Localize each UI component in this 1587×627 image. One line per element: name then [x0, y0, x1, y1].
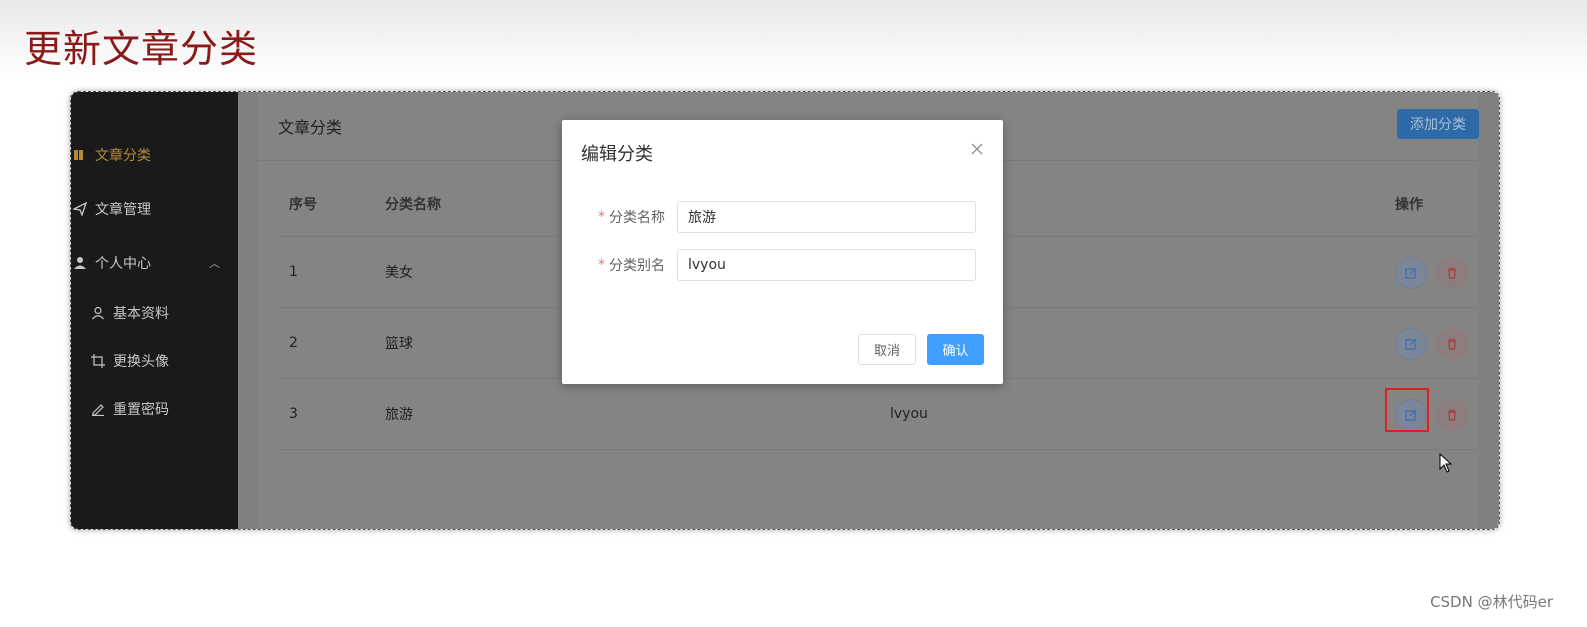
user-icon: [71, 254, 89, 272]
trash-icon: [1448, 338, 1456, 350]
sidebar-item-label: 文章分类: [95, 148, 151, 164]
edit-button[interactable]: [1395, 328, 1427, 360]
pen-icon: [89, 400, 107, 418]
sidebar-subitem-profile[interactable]: 基本资料: [89, 293, 238, 333]
form-row-alias: * 分类别名: [562, 249, 1003, 281]
sidebar-item-label: 重置密码: [113, 402, 169, 418]
header-ops: 操作: [1395, 197, 1423, 213]
watermark: CSDN @林代码er: [1430, 593, 1553, 611]
card-title: 文章分类: [278, 118, 343, 137]
row-name: 美女: [385, 265, 413, 281]
crop-icon: [89, 352, 107, 370]
field-label: * 分类别名: [598, 249, 665, 281]
sidebar-subitem-avatar[interactable]: 更换头像: [89, 341, 238, 381]
edit-icon: [1405, 267, 1417, 279]
field-label-text: 分类别名: [609, 258, 665, 274]
row-idx: 3: [289, 406, 298, 422]
sidebar-item-personal-center[interactable]: 个人中心 ︿: [71, 243, 238, 283]
slide-title: 更新文章分类: [24, 27, 259, 71]
row-idx: 1: [289, 264, 298, 280]
sidebar: 文章分类 文章管理 个人中心 ︿ 基本资料 更换头像 重置密码: [71, 92, 238, 529]
field-label: * 分类名称: [598, 201, 665, 233]
row-alias: lvyou: [890, 406, 928, 422]
form-row-name: * 分类名称: [562, 201, 1003, 233]
close-icon[interactable]: [970, 141, 984, 155]
header-name: 分类名称: [385, 197, 441, 213]
field-label-text: 分类名称: [609, 210, 665, 226]
sidebar-item-label: 基本资料: [113, 306, 169, 322]
trash-icon: [1448, 409, 1456, 421]
header-idx: 序号: [289, 197, 317, 213]
row-name: 篮球: [385, 336, 413, 352]
sidebar-item-label: 文章管理: [95, 202, 151, 218]
delete-button[interactable]: [1436, 328, 1468, 360]
delete-button[interactable]: [1436, 257, 1468, 289]
sidebar-item-article-category[interactable]: 文章分类: [71, 135, 238, 175]
cancel-button[interactable]: 取消: [858, 334, 916, 365]
mouse-cursor-icon: [1439, 452, 1453, 477]
add-category-button[interactable]: 添加分类: [1397, 109, 1479, 139]
row-idx: 2: [289, 335, 298, 351]
confirm-button[interactable]: 确认: [927, 334, 984, 365]
row-name: 旅游: [385, 407, 413, 423]
required-mark: *: [598, 209, 605, 225]
highlight-annotation: [1385, 388, 1429, 432]
sidebar-item-label: 更换头像: [113, 354, 169, 370]
sidebar-item-article-manage[interactable]: 文章管理: [71, 189, 238, 229]
user-outline-icon: [89, 304, 107, 322]
trash-icon: [1448, 267, 1456, 279]
edit-category-dialog: 编辑分类 *分类名称 *分类别名 取消 确认: [562, 120, 1003, 384]
edit-button[interactable]: [1395, 257, 1427, 289]
edit-icon: [1405, 338, 1417, 350]
sidebar-subitem-password[interactable]: 重置密码: [89, 389, 238, 429]
bookmark-icon: [71, 146, 89, 164]
delete-button[interactable]: [1436, 399, 1468, 431]
dialog-title: 编辑分类: [581, 144, 653, 165]
category-name-input[interactable]: [677, 201, 976, 233]
sidebar-item-label: 个人中心: [95, 256, 151, 272]
chevron-up-icon: ︿: [209, 257, 220, 270]
table-row: 3 旅游 lvyou: [278, 379, 1479, 450]
required-mark: *: [598, 257, 605, 273]
paper-plane-icon: [71, 200, 89, 218]
category-alias-input[interactable]: [677, 249, 976, 281]
